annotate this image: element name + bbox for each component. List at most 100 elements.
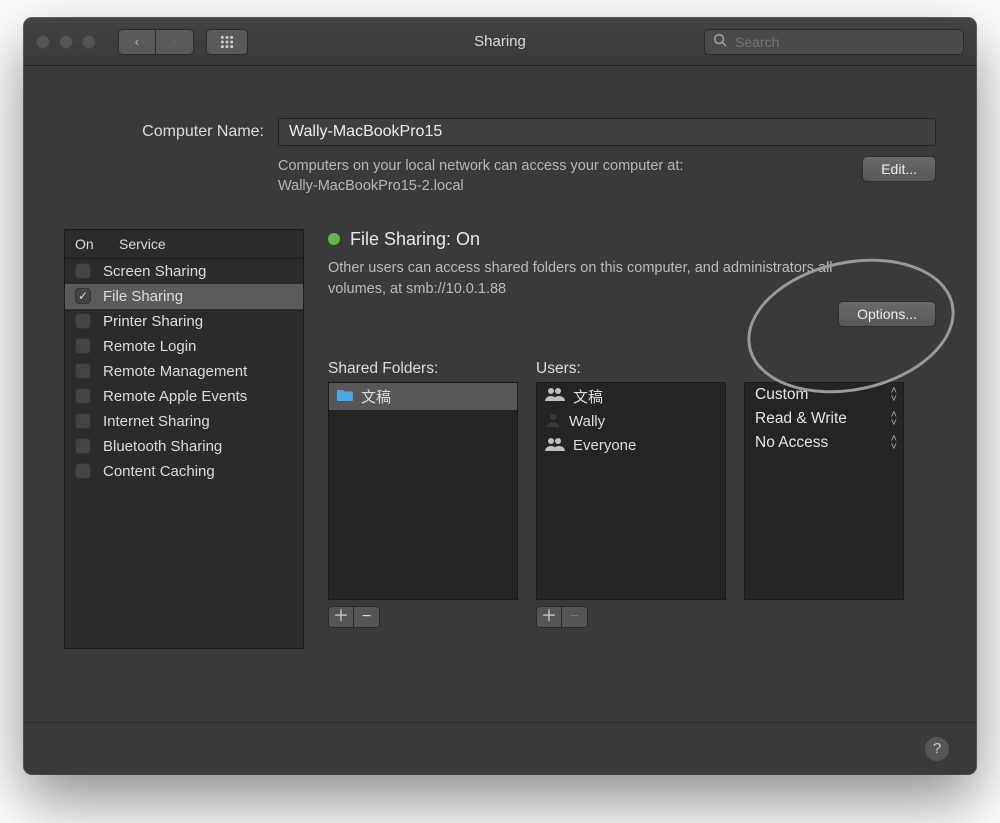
- user-item[interactable]: 文稿: [537, 383, 725, 410]
- user-name: 文稿: [573, 386, 603, 407]
- permissions-spacer: [744, 360, 904, 378]
- pane-body: Computer Name: Computers on your local n…: [24, 66, 976, 722]
- service-row[interactable]: Remote Apple Events: [65, 384, 303, 409]
- remove-user-button: −: [562, 606, 588, 628]
- status-dot-icon: [328, 233, 340, 245]
- search-icon: [713, 33, 727, 51]
- forward-button: ›: [156, 29, 194, 55]
- service-checkbox[interactable]: [75, 413, 91, 429]
- permission-stepper-icon[interactable]: ˄˅: [891, 435, 897, 451]
- service-row[interactable]: Bluetooth Sharing: [65, 434, 303, 459]
- service-label: Internet Sharing: [103, 413, 210, 430]
- back-button[interactable]: ‹: [118, 29, 156, 55]
- main-split: On Service Screen Sharing ✓ File Sharing Pr…: [64, 229, 936, 649]
- edit-hostname-button[interactable]: Edit...: [862, 156, 936, 182]
- grid-icon: [220, 35, 234, 49]
- service-row[interactable]: Printer Sharing: [65, 309, 303, 334]
- add-folder-button[interactable]: ＋: [328, 606, 354, 628]
- permission-item[interactable]: Read & Write ˄˅: [745, 407, 903, 431]
- service-label: Remote Login: [103, 338, 196, 355]
- service-label: Remote Management: [103, 363, 247, 380]
- shared-folders-column: Shared Folders: 文稿 ＋ −: [328, 360, 518, 628]
- service-row[interactable]: Screen Sharing: [65, 259, 303, 284]
- shared-folders-pm: ＋ −: [328, 606, 518, 628]
- group-icon: [545, 437, 565, 455]
- remove-folder-button[interactable]: −: [354, 606, 380, 628]
- computer-name-row: Computer Name:: [64, 118, 936, 146]
- service-label: Remote Apple Events: [103, 388, 247, 405]
- show-all-button[interactable]: [206, 29, 248, 55]
- service-label: Screen Sharing: [103, 263, 206, 280]
- shared-folder-item[interactable]: 文稿: [329, 383, 517, 410]
- shared-folders-list[interactable]: 文稿: [328, 382, 518, 600]
- window-controls: [36, 35, 96, 49]
- group-icon: [545, 387, 565, 405]
- permission-label: Read & Write: [755, 410, 847, 428]
- service-checkbox[interactable]: [75, 388, 91, 404]
- status-label: File Sharing: On: [350, 229, 480, 250]
- service-label: Printer Sharing: [103, 313, 203, 330]
- service-label: Content Caching: [103, 463, 215, 480]
- user-name: Wally: [569, 413, 605, 430]
- service-label: File Sharing: [103, 288, 183, 305]
- services-header-on: On: [75, 236, 105, 252]
- close-icon[interactable]: [36, 35, 50, 49]
- status-line: File Sharing: On: [328, 229, 936, 250]
- minimize-icon[interactable]: [59, 35, 73, 49]
- permissions-list: Custom ˄˅ Read & Write ˄˅ No Access ˄˅: [744, 382, 904, 600]
- permission-stepper-icon[interactable]: ˄˅: [891, 387, 897, 403]
- user-item[interactable]: Wally: [537, 410, 725, 434]
- permission-item[interactable]: No Access ˄˅: [745, 431, 903, 455]
- users-list[interactable]: 文稿 Wally Everyone: [536, 382, 726, 600]
- service-checkbox[interactable]: [75, 438, 91, 454]
- service-label: Bluetooth Sharing: [103, 438, 222, 455]
- search-input[interactable]: [733, 33, 955, 51]
- computer-name-desc-line2: Wally-MacBookPro15-2.local: [278, 178, 464, 194]
- service-row[interactable]: Remote Login: [65, 334, 303, 359]
- service-checkbox[interactable]: [75, 263, 91, 279]
- chevron-right-icon: ›: [172, 34, 176, 49]
- services-header-service: Service: [119, 236, 166, 252]
- computer-name-desc: Computers on your local network can acce…: [278, 156, 842, 197]
- permission-label: No Access: [755, 434, 828, 452]
- service-row[interactable]: ✓ File Sharing: [65, 284, 303, 309]
- service-checkbox[interactable]: [75, 363, 91, 379]
- service-checkbox[interactable]: [75, 313, 91, 329]
- service-checkbox[interactable]: [75, 463, 91, 479]
- zoom-icon[interactable]: [82, 35, 96, 49]
- user-name: Everyone: [573, 437, 636, 454]
- preferences-window: ‹ › Sharing Computer Name:: [24, 18, 976, 774]
- shared-folder-name: 文稿: [361, 386, 391, 407]
- service-checkbox[interactable]: ✓: [75, 288, 91, 304]
- permission-stepper-icon[interactable]: ˄˅: [891, 411, 897, 427]
- users-label: Users:: [536, 360, 726, 378]
- options-button[interactable]: Options...: [838, 301, 936, 327]
- search-field[interactable]: [704, 29, 964, 55]
- person-icon: [545, 413, 561, 431]
- add-user-button[interactable]: ＋: [536, 606, 562, 628]
- help-button[interactable]: ?: [924, 736, 950, 762]
- service-row[interactable]: Content Caching: [65, 459, 303, 484]
- services-header: On Service: [65, 230, 303, 259]
- service-row[interactable]: Internet Sharing: [65, 409, 303, 434]
- computer-name-subrow: Computers on your local network can acce…: [278, 156, 936, 197]
- footer: ?: [24, 722, 976, 774]
- folder-icon: [337, 388, 353, 405]
- status-description: Other users can access shared folders on…: [328, 258, 888, 300]
- nav-buttons: ‹ ›: [118, 29, 194, 55]
- chevron-left-icon: ‹: [135, 34, 139, 49]
- computer-name-desc-line1: Computers on your local network can acce…: [278, 158, 683, 174]
- computer-name-input[interactable]: [278, 118, 936, 146]
- service-checkbox[interactable]: [75, 338, 91, 354]
- service-row[interactable]: Remote Management: [65, 359, 303, 384]
- shared-folders-label: Shared Folders:: [328, 360, 518, 378]
- service-detail: File Sharing: On Other users can access …: [328, 229, 936, 649]
- user-item[interactable]: Everyone: [537, 434, 725, 458]
- services-list: On Service Screen Sharing ✓ File Sharing Pr…: [64, 229, 304, 649]
- permissions-column: Custom ˄˅ Read & Write ˄˅ No Access ˄˅: [744, 360, 904, 628]
- computer-name-label: Computer Name:: [64, 123, 264, 141]
- permission-item[interactable]: Custom ˄˅: [745, 383, 903, 407]
- permission-label: Custom: [755, 386, 808, 404]
- users-pm: ＋ −: [536, 606, 726, 628]
- titlebar: ‹ › Sharing: [24, 18, 976, 66]
